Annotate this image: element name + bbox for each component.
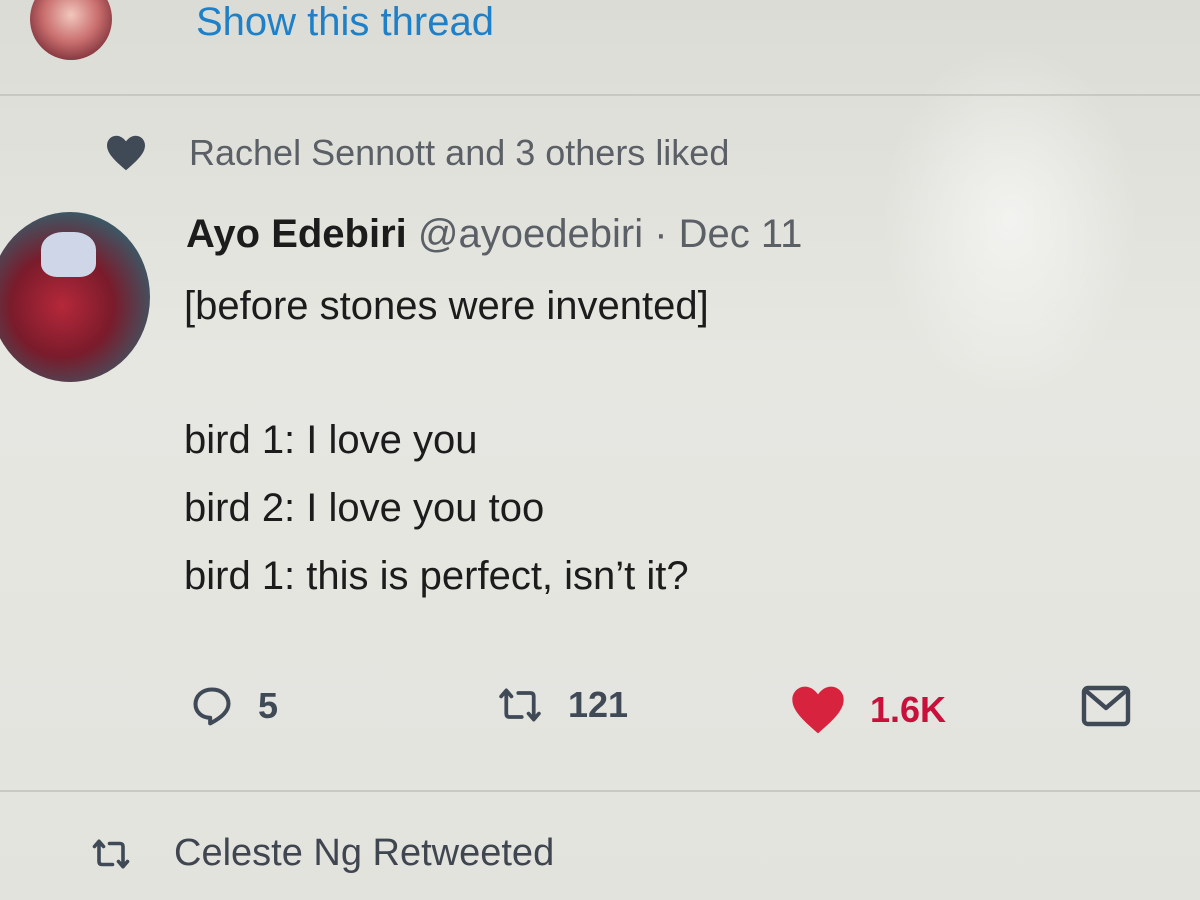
tweet-line: bird 1: I love you: [184, 418, 478, 462]
divider-top: [0, 94, 1200, 96]
message-icon: [1081, 685, 1131, 727]
tweet-header: Ayo Edebiri @ayoedebiri · Dec 11: [186, 212, 802, 257]
tweet-actions: 5 121 1.6K: [190, 684, 1140, 744]
liked-context: Rachel Sennott and 3 others liked: [105, 132, 729, 174]
tweet-line: [before stones were invented]: [184, 284, 709, 328]
author-name[interactable]: Ayo Edebiri: [186, 212, 407, 256]
retweeted-text[interactable]: Celeste Ng Retweeted: [174, 832, 554, 875]
liked-text: Rachel Sennott and 3 others liked: [189, 132, 730, 173]
tweet-date[interactable]: Dec 11: [679, 212, 803, 256]
meta-separator: ·: [643, 212, 679, 256]
heart-icon: [107, 135, 145, 171]
like-button[interactable]: 1.6K: [790, 684, 946, 736]
divider-bottom: [0, 790, 1200, 792]
retweet-context: Celeste Ng Retweeted: [90, 832, 554, 875]
tweet-text: [before stones were invented] bird 1: I …: [184, 282, 709, 620]
tweet-line-gap: [184, 330, 709, 416]
show-thread-link[interactable]: Show this thread: [196, 0, 494, 45]
retweet-icon: [499, 688, 541, 722]
reply-icon: [193, 687, 231, 726]
like-icon: [792, 686, 844, 734]
reply-button[interactable]: 5: [190, 684, 278, 728]
like-count: 1.6K: [870, 689, 947, 730]
author-avatar[interactable]: [0, 212, 150, 382]
tweet-line: bird 2: I love you too: [184, 486, 545, 530]
previous-avatar[interactable]: [30, 0, 112, 60]
retweet-small-icon: [92, 838, 130, 869]
avatar-figure: [41, 232, 96, 277]
tweet-line: bird 1: this is perfect, isn’t it?: [184, 554, 689, 598]
retweet-button[interactable]: 121: [496, 684, 628, 726]
reply-count: 5: [258, 685, 279, 726]
retweet-count: 121: [568, 684, 629, 725]
message-button[interactable]: [1080, 684, 1156, 728]
author-handle[interactable]: @ayoedebiri: [418, 212, 643, 256]
